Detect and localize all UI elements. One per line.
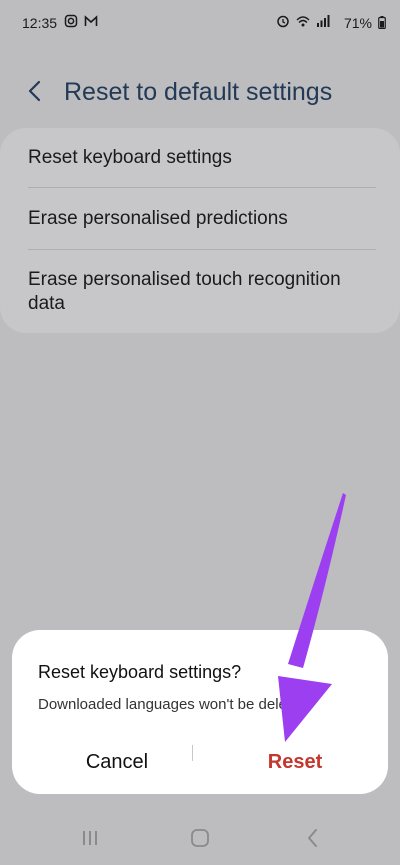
reset-button[interactable]: Reset bbox=[210, 740, 380, 784]
dialog-button-divider bbox=[192, 745, 193, 761]
back-arrow-icon[interactable] bbox=[20, 76, 50, 106]
page-title: Reset to default settings bbox=[64, 78, 333, 106]
setting-erase-touch-data[interactable]: Erase personalised touch recognition dat… bbox=[28, 268, 376, 316]
wifi-calling-icon bbox=[296, 16, 310, 27]
back-icon[interactable] bbox=[292, 822, 332, 852]
battery-level: 71% bbox=[343, 15, 372, 31]
status-icons-left bbox=[64, 14, 98, 28]
divider bbox=[28, 187, 376, 188]
setting-erase-predictions[interactable]: Erase personalised predictions bbox=[28, 207, 376, 231]
page-header: Reset to default settings bbox=[0, 70, 400, 114]
setting-reset-keyboard[interactable]: Reset keyboard settings bbox=[28, 146, 376, 170]
dialog-message: Downloaded languages won't be deleted. bbox=[38, 696, 312, 713]
home-icon[interactable] bbox=[180, 822, 220, 852]
instagram-icon bbox=[64, 14, 78, 28]
reset-dialog: Reset keyboard settings? Downloaded lang… bbox=[12, 630, 388, 794]
divider bbox=[28, 249, 376, 250]
alarm-icon bbox=[277, 15, 289, 28]
recents-icon[interactable] bbox=[70, 822, 110, 852]
status-icons-right bbox=[276, 14, 330, 28]
status-bar: 12:35 71% bbox=[0, 0, 400, 46]
signal-icon bbox=[317, 15, 330, 27]
navigation-bar bbox=[0, 810, 400, 865]
gmail-icon bbox=[84, 15, 98, 26]
battery-icon bbox=[378, 16, 386, 29]
dialog-title: Reset keyboard settings? bbox=[38, 662, 242, 682]
status-time: 12:35 bbox=[22, 15, 58, 31]
cancel-button[interactable]: Cancel bbox=[32, 740, 202, 784]
settings-list: Reset keyboard settings Erase personalis… bbox=[0, 128, 400, 333]
